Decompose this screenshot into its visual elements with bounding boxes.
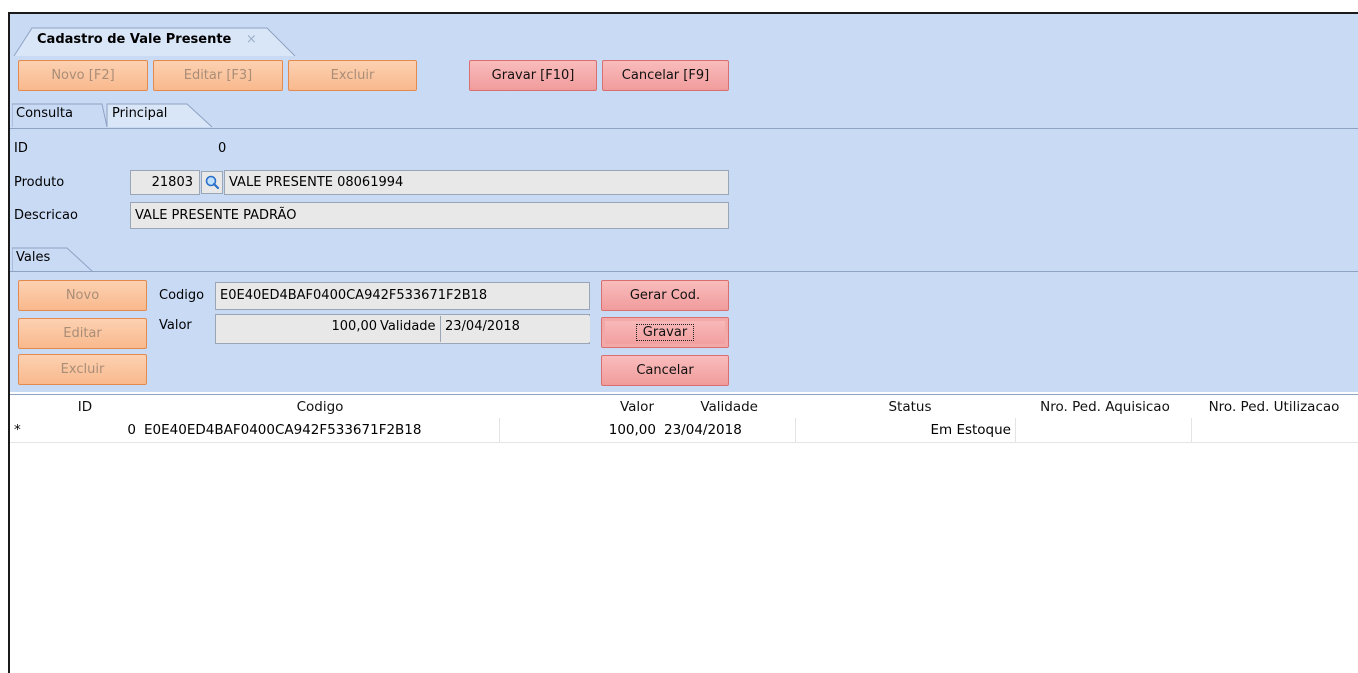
cell-codigo[interactable]: E0E40ED4BAF0400CA942F533671F2B18: [140, 418, 500, 443]
col-header-validade[interactable]: Validade: [660, 395, 800, 419]
valor-validade-group: 100,00 Validade 23/04/2018: [215, 314, 590, 344]
app-frame: Cadastro de Vale Presente × Novo [F2] Ed…: [8, 12, 1358, 673]
search-button[interactable]: [201, 171, 223, 194]
main-tabs: Consulta Principal: [12, 102, 222, 128]
row-indicator: *: [14, 422, 21, 438]
vales-excluir-button[interactable]: Excluir: [18, 354, 147, 385]
col-header-id[interactable]: ID: [30, 395, 140, 419]
excluir-button[interactable]: Excluir: [288, 60, 417, 91]
id-label: ID: [14, 141, 28, 156]
tab-divider: [10, 128, 1358, 129]
search-icon: [205, 175, 220, 190]
produto-name-field: VALE PRESENTE 08061994: [224, 170, 729, 195]
cancelar-button[interactable]: Cancelar [F9]: [602, 60, 729, 91]
vales-divider: [10, 271, 1358, 272]
id-value: 0: [218, 141, 227, 156]
codigo-input[interactable]: E0E40ED4BAF0400CA942F533671F2B18: [215, 282, 590, 310]
produto-code-input[interactable]: 21803: [130, 170, 200, 195]
gerar-cod-button[interactable]: Gerar Cod.: [601, 280, 729, 311]
validade-input[interactable]: 23/04/2018: [440, 316, 590, 342]
form-area: Cadastro de Vale Presente × Novo [F2] Ed…: [10, 14, 1358, 392]
cell-validade[interactable]: 23/04/2018: [660, 418, 796, 443]
cell-status[interactable]: Em Estoque: [796, 418, 1016, 443]
table-row[interactable]: * 0 E0E40ED4BAF0400CA942F533671F2B18 100…: [10, 418, 1358, 443]
descricao-input[interactable]: VALE PRESENTE PADRÃO: [130, 202, 729, 229]
vales-cancelar-button[interactable]: Cancelar: [601, 355, 729, 386]
grid-header: ID Codigo Valor Validade Status Nro. Ped…: [10, 394, 1358, 418]
codigo-label: Codigo: [159, 288, 205, 303]
validade-label: Validade: [380, 319, 436, 334]
valor-label: Valor: [159, 318, 192, 333]
editar-button[interactable]: Editar [F3]: [153, 60, 283, 91]
descricao-label: Descricao: [14, 208, 78, 223]
cell-valor[interactable]: 100,00: [500, 418, 660, 443]
vales-gravar-label: Gravar: [635, 324, 695, 341]
col-header-codigo[interactable]: Codigo: [140, 395, 500, 419]
close-icon[interactable]: ×: [246, 32, 257, 47]
col-header-aquisicao[interactable]: Nro. Ped. Aquisicao: [1020, 395, 1190, 419]
vales-tab[interactable]: Vales: [12, 246, 102, 272]
cell-utilizacao[interactable]: [1192, 418, 1358, 443]
novo-button[interactable]: Novo [F2]: [18, 60, 148, 91]
col-header-valor[interactable]: Valor: [500, 395, 660, 419]
col-header-utilizacao[interactable]: Nro. Ped. Utilizacao: [1190, 395, 1358, 419]
vales-editar-button[interactable]: Editar: [18, 318, 147, 349]
tab-consulta[interactable]: Consulta: [16, 103, 73, 125]
vales-tab-label: Vales: [16, 250, 51, 265]
col-header-status[interactable]: Status: [800, 395, 1020, 419]
tab-principal[interactable]: Principal: [112, 103, 167, 125]
gravar-button[interactable]: Gravar [F10]: [469, 60, 597, 91]
produto-label: Produto: [14, 175, 65, 190]
window-tab[interactable]: Cadastro de Vale Presente ×: [12, 26, 312, 56]
vales-novo-button[interactable]: Novo: [18, 280, 147, 311]
window-tab-title: Cadastro de Vale Presente: [37, 32, 232, 47]
valor-input[interactable]: 100,00: [332, 319, 378, 334]
vales-gravar-button[interactable]: Gravar: [601, 317, 729, 348]
cell-aquisicao[interactable]: [1016, 418, 1192, 443]
cell-id[interactable]: 0: [30, 418, 140, 443]
